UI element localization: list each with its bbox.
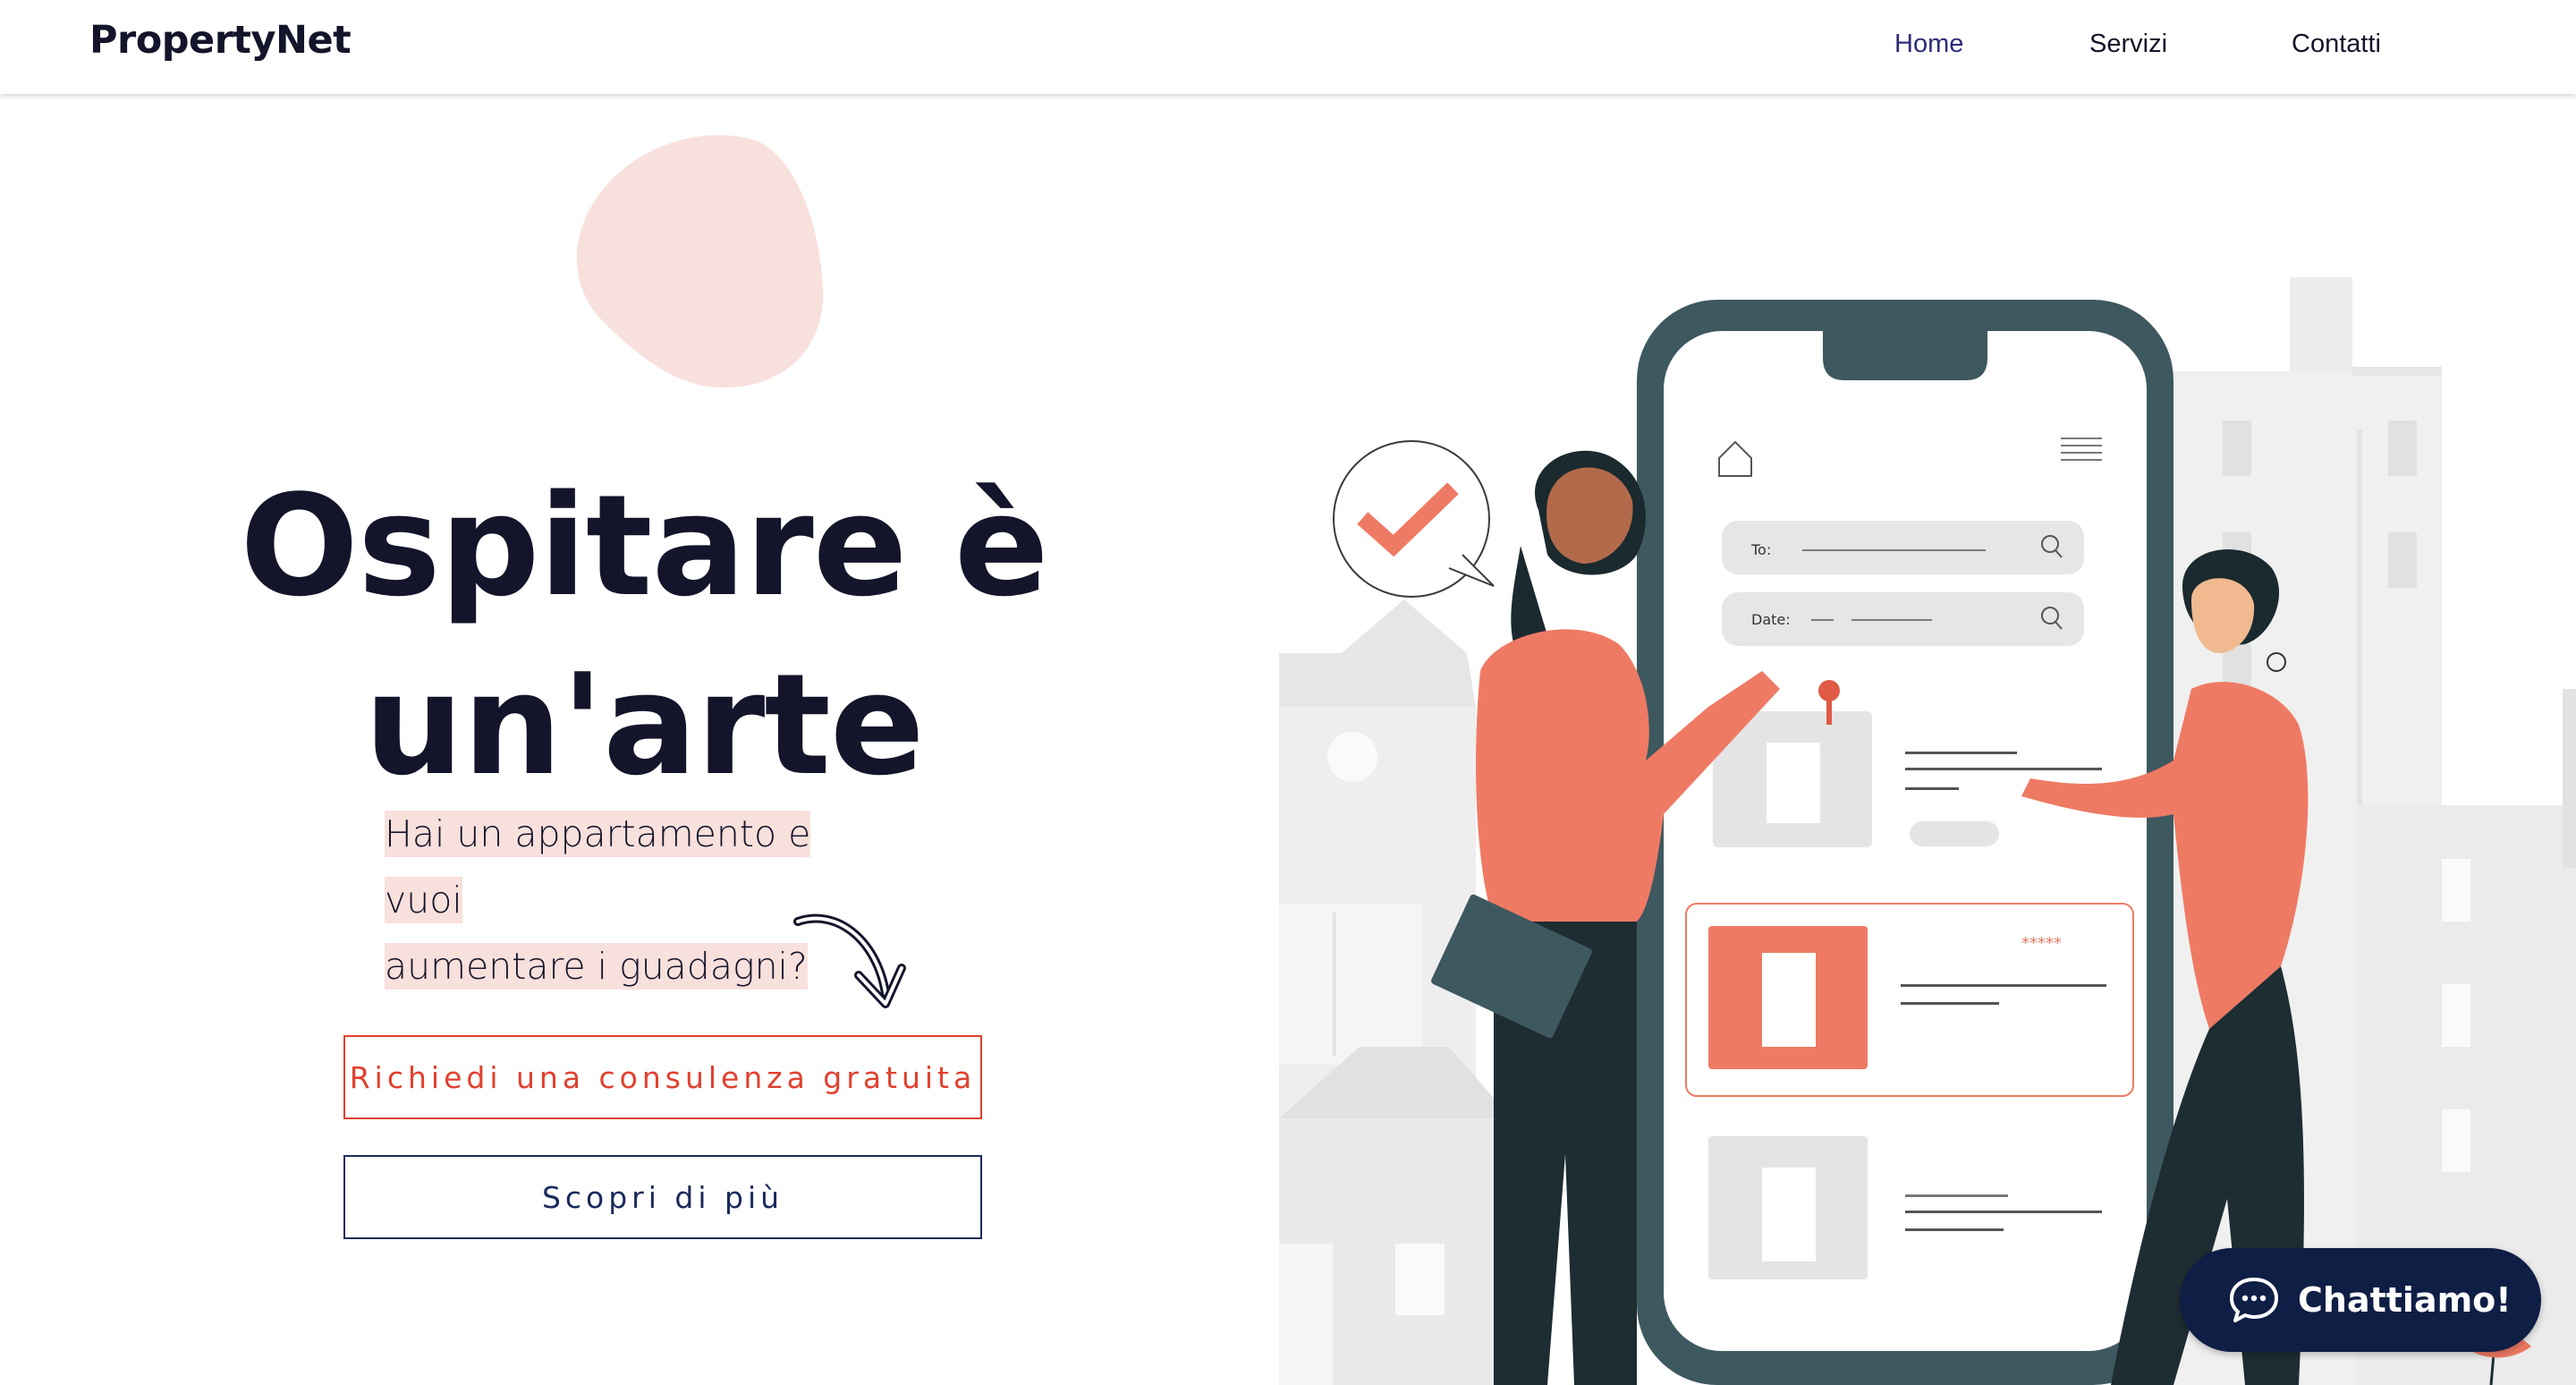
hero-subtitle-line-2: aumentare i guadagni? [385, 943, 808, 990]
chat-bubble-icon [2230, 1278, 2278, 1322]
free-consultation-button[interactable]: Richiedi una consulenza gratuita [343, 1035, 982, 1119]
search-to-label: To: [1750, 541, 1771, 558]
chat-button-label: Chattiamo! [2298, 1280, 2512, 1320]
hero-illustration: To: Date: ***** [1279, 277, 2576, 1385]
hero-title-line-2: un'arte [364, 643, 924, 806]
brand-logo[interactable]: PropertyNet [89, 18, 352, 63]
site-header: PropertyNet Home Servizi Contatti [0, 0, 2576, 94]
hero-subtitle-line-1: Hai un appartamento e vuoi [385, 811, 811, 923]
nav-contatti[interactable]: Contatti [2292, 30, 2381, 59]
learn-more-button[interactable]: Scopri di più [343, 1155, 982, 1239]
decorative-blob [576, 134, 824, 388]
hero-title-line-1: Ospitare è [240, 464, 1048, 627]
nav-home[interactable]: Home [1894, 30, 1963, 59]
chat-button[interactable]: Chattiamo! [2180, 1248, 2541, 1352]
hero-title: Ospitare è un'arte [143, 456, 1145, 814]
checkmark-bubble-icon [1333, 440, 1495, 598]
search-date-label: Date: [1751, 611, 1791, 628]
rating-stars: ***** [2021, 934, 2062, 953]
nav-servizi[interactable]: Servizi [2089, 30, 2167, 59]
phone-mockup: To: Date: ***** [1637, 300, 2174, 1385]
curved-arrow-icon [793, 913, 906, 1008]
